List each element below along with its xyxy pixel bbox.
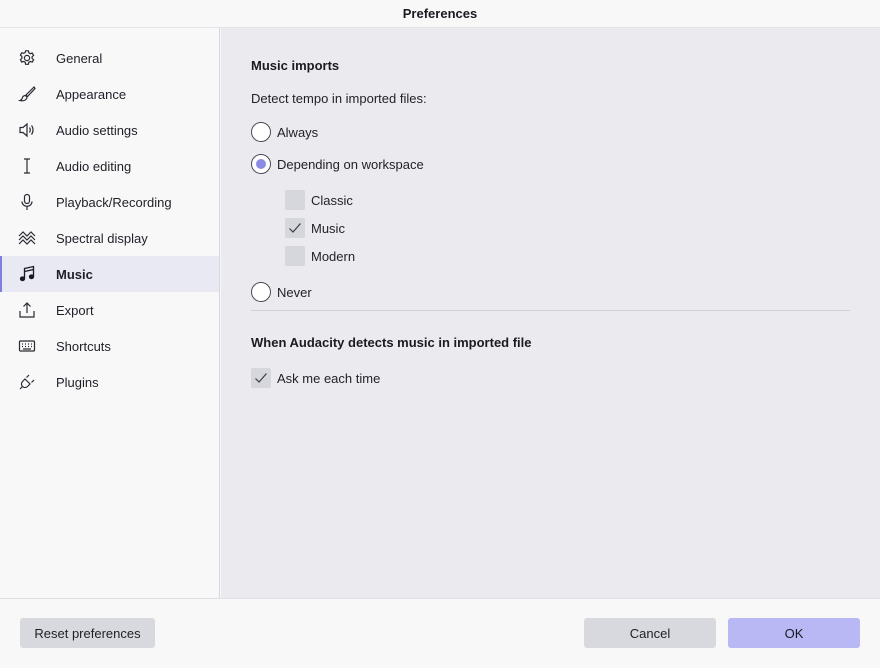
sidebar-item-label: Export — [56, 302, 94, 318]
detection-heading: When Audacity detects music in imported … — [251, 335, 532, 350]
sidebar-item-audio-settings[interactable]: Audio settings — [0, 112, 219, 148]
upload-icon — [18, 301, 36, 319]
sidebar-item-plugins[interactable]: Plugins — [0, 364, 219, 400]
music-settings-panel: Music imports Detect tempo in imported f… — [221, 28, 880, 598]
radio-never-label: Never — [277, 285, 312, 300]
radio-always-label: Always — [277, 125, 319, 140]
sidebar-item-label: Plugins — [56, 374, 99, 390]
footer-bar: Reset preferences Cancel OK — [0, 598, 880, 668]
checkbox-classic[interactable] — [285, 190, 305, 210]
sidebar-item-label: Appearance — [56, 86, 127, 102]
checkbox-modern-label: Modern — [311, 249, 356, 264]
ok-button[interactable]: OK — [728, 618, 860, 648]
check-icon — [289, 223, 301, 233]
sidebar-item-playback-recording[interactable]: Playback/Recording — [0, 184, 219, 220]
sidebar-item-label: Spectral display — [56, 230, 148, 246]
sidebar-item-label: Audio settings — [56, 122, 138, 138]
sidebar-item-audio-editing[interactable]: Audio editing — [0, 148, 219, 184]
checkbox-ask-label: Ask me each time — [277, 371, 381, 386]
radio-depending-on-workspace[interactable] — [251, 154, 271, 174]
microphone-icon — [18, 193, 36, 211]
cancel-button[interactable]: Cancel — [584, 618, 716, 648]
radio-never[interactable] — [251, 282, 271, 302]
sidebar-item-label: Audio editing — [56, 158, 132, 174]
sidebar-item-export[interactable]: Export — [0, 292, 219, 328]
sidebar: General Appearance Audio settings Audio … — [0, 28, 220, 598]
detect-tempo-label: Detect tempo in imported files: — [251, 91, 427, 106]
sidebar-item-shortcuts[interactable]: Shortcuts — [0, 328, 219, 364]
window-title: Preferences — [402, 6, 478, 21]
sidebar-item-general[interactable]: General — [0, 40, 219, 76]
sidebar-item-spectral-display[interactable]: Spectral display — [0, 220, 219, 256]
music-note-icon — [18, 265, 36, 283]
checkbox-ask-each-time[interactable] — [251, 368, 271, 388]
waves-icon — [18, 229, 36, 247]
checkbox-modern[interactable] — [285, 246, 305, 266]
sidebar-item-label: Shortcuts — [56, 338, 111, 354]
section-divider — [251, 310, 850, 311]
sidebar-item-label: General — [56, 50, 103, 66]
sidebar-item-appearance[interactable]: Appearance — [0, 76, 219, 112]
title-bar: Preferences — [0, 0, 880, 28]
speaker-icon — [18, 121, 36, 139]
sidebar-item-music[interactable]: Music — [0, 256, 219, 292]
brush-icon — [18, 85, 36, 103]
radio-always[interactable] — [251, 122, 271, 142]
music-imports-heading: Music imports — [251, 58, 340, 73]
sidebar-item-label: Playback/Recording — [56, 194, 172, 210]
sidebar-item-label: Music — [56, 266, 93, 282]
check-icon — [255, 373, 267, 383]
checkbox-music-label: Music — [311, 221, 345, 236]
checkbox-classic-label: Classic — [311, 193, 353, 208]
radio-depending-label: Depending on workspace — [277, 157, 424, 172]
reset-preferences-button[interactable]: Reset preferences — [20, 618, 155, 648]
text-cursor-icon — [18, 157, 36, 175]
gear-icon — [18, 49, 36, 67]
plug-icon — [18, 373, 36, 391]
checkbox-music[interactable] — [285, 218, 305, 238]
keyboard-icon — [18, 337, 36, 355]
